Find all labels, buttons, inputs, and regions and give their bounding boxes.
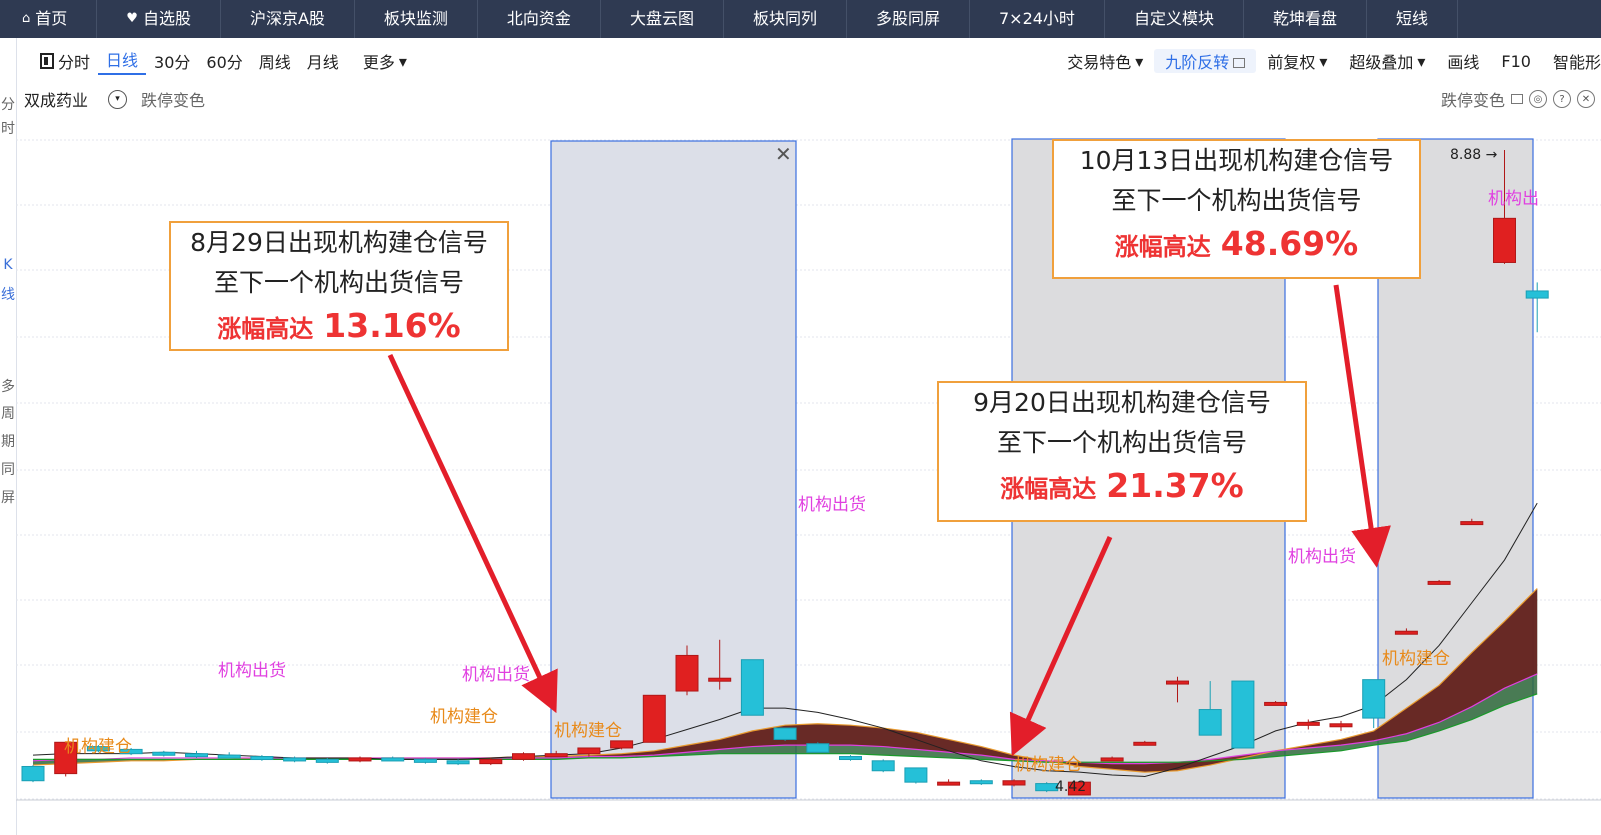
candle-body — [675, 654, 699, 692]
candle-body — [839, 756, 862, 761]
high-price-label: 8.88 → — [1450, 147, 1498, 163]
candle — [904, 767, 928, 784]
candle-body — [577, 747, 601, 755]
candle — [446, 759, 470, 766]
candle-body — [740, 659, 764, 716]
candle — [969, 779, 993, 785]
candle-body — [217, 754, 241, 759]
candle-body — [1100, 757, 1124, 762]
candle-body — [1329, 723, 1353, 728]
candle — [479, 757, 503, 766]
candle-body — [937, 781, 961, 786]
callout-gain: 涨幅高达 48.69% — [1114, 224, 1359, 263]
candle — [740, 659, 764, 716]
buy-signal-label: 机构建仓 — [64, 737, 132, 757]
sell-signal-label: 机构出货 — [462, 665, 530, 685]
candle — [217, 752, 241, 759]
candle-body — [413, 758, 437, 763]
callout-line1: 10月13日出现机构建仓信号 — [1079, 146, 1394, 175]
candle-body — [806, 743, 830, 753]
callout-oct13: 10月13日出现机构建仓信号 至下一个机构出货信号 涨幅高达 48.69% — [1052, 139, 1421, 279]
callout-gain: 涨幅高达 21.37% — [1000, 466, 1244, 505]
candle-body — [969, 780, 993, 785]
candle-body — [904, 767, 928, 783]
candle-body — [1460, 521, 1484, 526]
sell-signal-label: 机构出货 — [218, 661, 286, 681]
candle-body — [1525, 290, 1549, 299]
candle-body — [21, 765, 45, 782]
buy-signal-label: 机构建仓 — [430, 707, 498, 727]
candle-body — [1002, 780, 1026, 786]
candle — [871, 759, 895, 773]
arrow-oct13 — [1333, 284, 1391, 568]
candle-body — [1362, 679, 1386, 719]
candle-body — [1427, 580, 1451, 585]
callout-line2: 至下一个机构出货信号 — [213, 268, 464, 297]
callout-line2: 至下一个机构出货信号 — [996, 428, 1247, 457]
candle-body — [283, 757, 307, 762]
candle-body — [250, 756, 274, 761]
candle-body — [1264, 701, 1288, 706]
candle-body — [185, 753, 208, 758]
candle-body — [479, 758, 503, 765]
candle-body — [1133, 741, 1157, 746]
candle — [806, 742, 830, 753]
candle-body — [1493, 217, 1516, 263]
candle — [937, 779, 961, 786]
candle — [1231, 680, 1255, 749]
candle — [1329, 720, 1353, 731]
callout-gain: 涨幅高达 13.16% — [217, 306, 461, 345]
candle-body — [1394, 630, 1418, 635]
callout-sep20: 9月20日出现机构建仓信号 至下一个机构出货信号 涨幅高达 21.37% — [937, 381, 1307, 522]
candle — [21, 765, 45, 783]
low-price-label: 4.42 — [1055, 779, 1086, 795]
candle-body — [1166, 680, 1189, 685]
candle — [512, 752, 535, 761]
candle-body — [544, 753, 568, 758]
callout-line2: 至下一个机构出货信号 — [1111, 186, 1362, 215]
sell-signal-label: 机构出货 — [798, 495, 866, 515]
candle-body — [512, 753, 535, 760]
candle — [381, 756, 405, 762]
close-icon: ✕ — [775, 142, 792, 166]
candle-body — [381, 757, 405, 762]
callout-line1: 8月29日出现机构建仓信号 — [190, 228, 488, 257]
candle — [773, 727, 797, 741]
buy-signal-label: 机构建仓 — [1014, 755, 1082, 775]
candle-body — [446, 760, 470, 765]
candle — [152, 750, 176, 757]
candle-body — [315, 758, 339, 763]
candle-body — [773, 727, 797, 740]
buy-signal-label: 机构建仓 — [1382, 649, 1450, 669]
sell-signal-label: 机构出货 — [1288, 547, 1356, 567]
candle — [839, 755, 862, 761]
kline-chart: ✕ 机构建仓机构出货机构建仓机构出货机构建仓机构出货机构建仓机构出货机构建仓机构… — [16, 138, 1601, 801]
candle-body — [348, 757, 372, 762]
buy-signal-label: 机构建仓 — [554, 721, 622, 741]
candle — [1002, 779, 1026, 787]
candle — [642, 694, 666, 743]
candle-body — [871, 760, 895, 772]
candle-body — [1198, 709, 1222, 736]
arrow-aug29 — [387, 353, 558, 714]
candle — [185, 750, 208, 758]
candle-body — [642, 694, 666, 743]
candle — [610, 740, 634, 750]
candle-body — [708, 677, 732, 682]
callout-line1: 9月20日出现机构建仓信号 — [973, 388, 1271, 417]
candle-body — [1231, 680, 1255, 749]
sell-signal-label: 机构出 — [1488, 189, 1539, 209]
candle-body — [152, 751, 176, 756]
callout-aug29: 8月29日出现机构建仓信号 至下一个机构出货信号 涨幅高达 13.16% — [169, 221, 509, 351]
candle-body — [610, 740, 634, 749]
candle-body — [1296, 721, 1320, 726]
